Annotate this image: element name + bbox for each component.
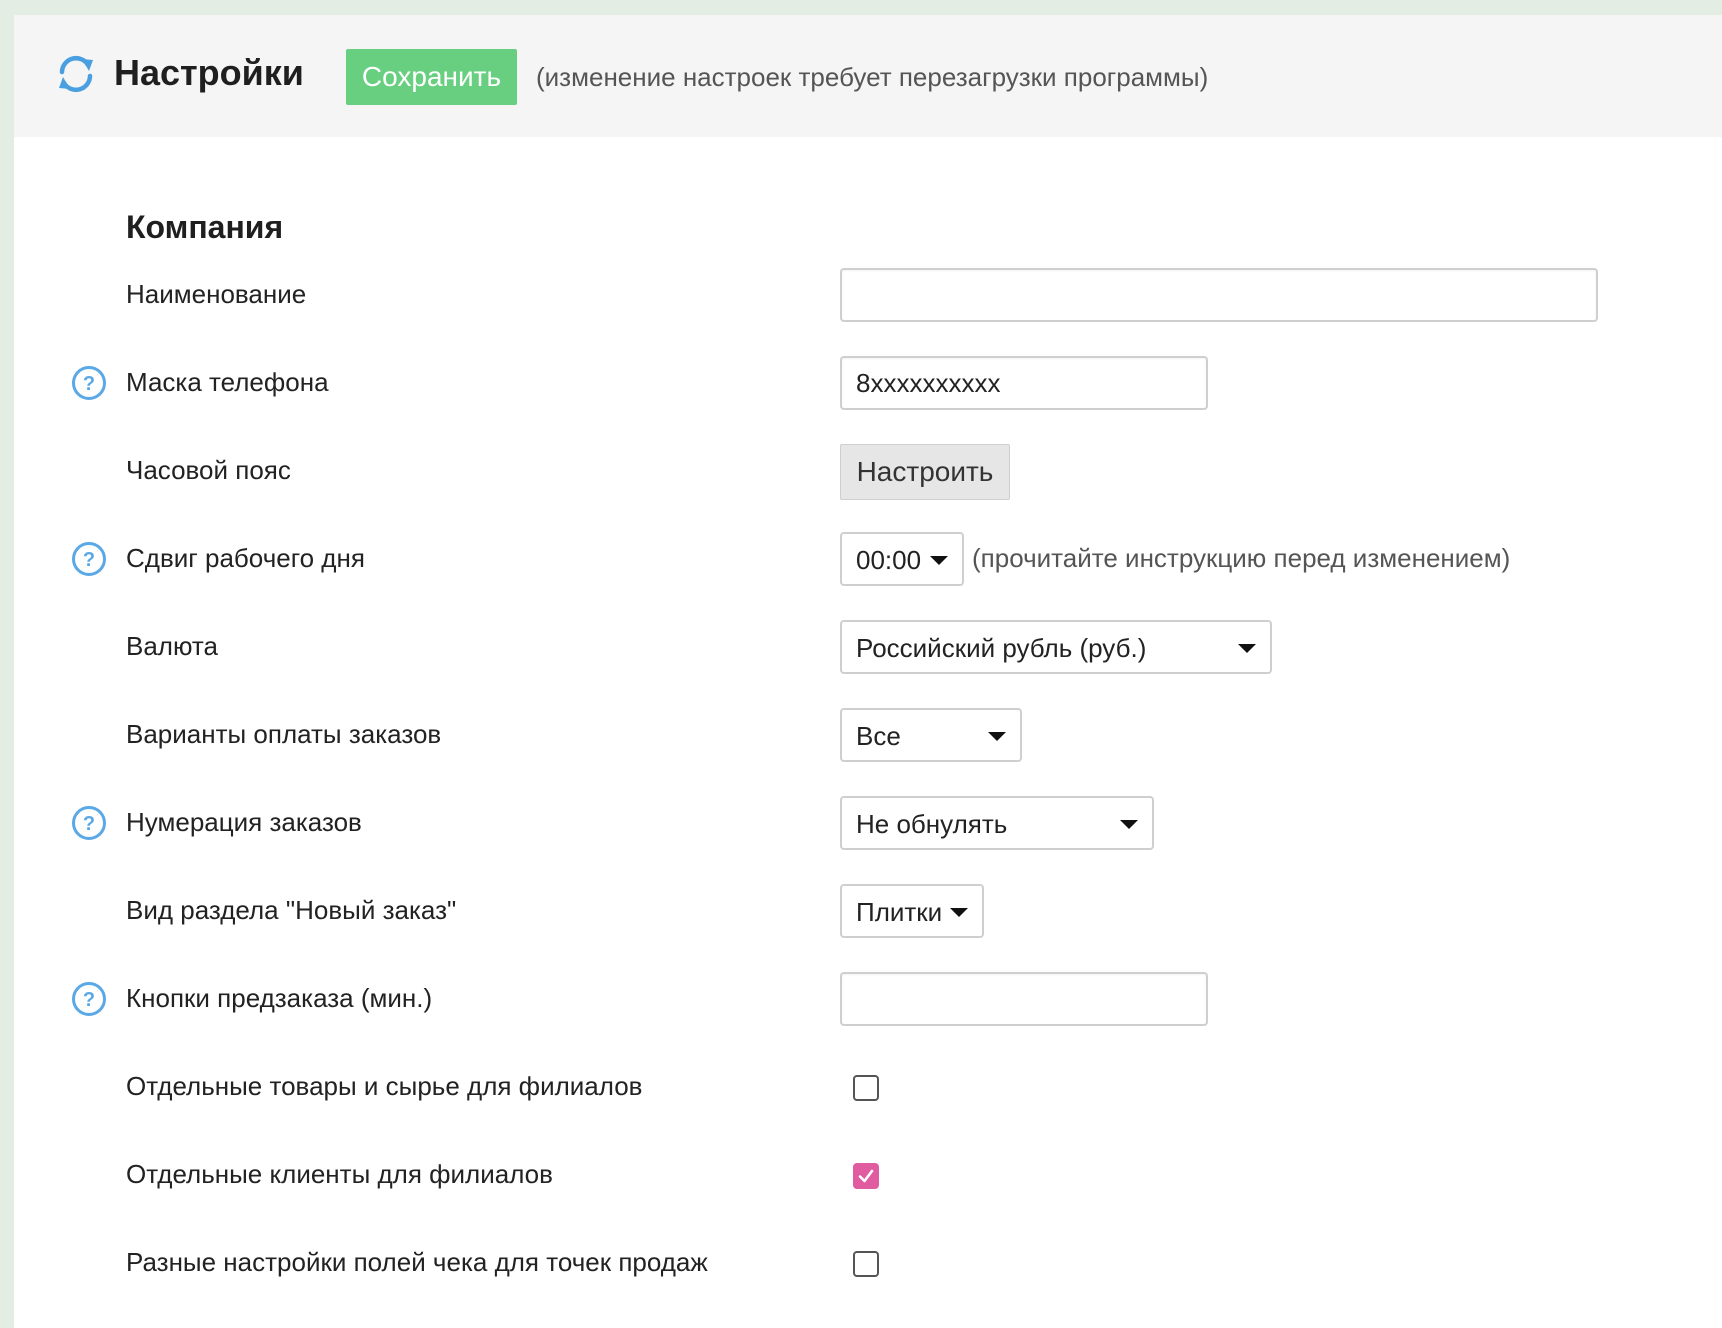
- new-order-view-value: Плитки: [856, 897, 943, 927]
- configure-timezone-button[interactable]: Настроить: [840, 444, 1010, 500]
- help-icon[interactable]: ?: [71, 805, 107, 841]
- new-order-view-select[interactable]: Плитки: [840, 884, 984, 938]
- phone-mask-label: Маска телефона: [126, 367, 329, 397]
- separate-clients-label: Отдельные клиенты для филиалов: [126, 1159, 553, 1189]
- row-timezone: Часовой пояс Настроить: [14, 439, 1722, 503]
- row-preorder-buttons: ? Кнопки предзаказа (мин.): [14, 967, 1722, 1031]
- save-button[interactable]: Сохранить: [346, 49, 517, 105]
- caret-down-icon: [950, 908, 968, 917]
- row-payment-options: Варианты оплаты заказов Все: [14, 703, 1722, 767]
- settings-panel: Настройки Сохранить (изменение настроек …: [14, 15, 1722, 1328]
- caret-down-icon: [1238, 644, 1256, 653]
- separate-clients-checkbox[interactable]: [853, 1163, 879, 1189]
- name-label: Наименование: [126, 279, 307, 309]
- currency-select[interactable]: Российский рубль (руб.): [840, 620, 1272, 674]
- help-icon[interactable]: ?: [71, 365, 107, 401]
- workday-shift-label: Сдвиг рабочего дня: [126, 543, 365, 573]
- refresh-icon[interactable]: [52, 50, 100, 98]
- phone-mask-input[interactable]: [840, 356, 1208, 410]
- timezone-label: Часовой пояс: [126, 455, 291, 485]
- workday-shift-hint: (прочитайте инструкцию перед изменением): [972, 543, 1511, 573]
- row-receipt-settings: Разные настройки полей чека для точек пр…: [14, 1231, 1722, 1295]
- row-new-order-view: Вид раздела "Новый заказ" Плитки: [14, 879, 1722, 943]
- payment-options-label: Варианты оплаты заказов: [126, 719, 442, 749]
- name-input[interactable]: [840, 268, 1598, 322]
- workday-shift-value: 00:00: [856, 545, 922, 575]
- caret-down-icon: [930, 556, 948, 565]
- svg-text:?: ?: [83, 549, 95, 571]
- receipt-settings-label: Разные настройки полей чека для точек пр…: [126, 1247, 708, 1277]
- check-mark-icon: [858, 1169, 874, 1183]
- help-icon[interactable]: ?: [71, 981, 107, 1017]
- row-phone-mask: ? Маска телефона: [14, 351, 1722, 415]
- order-numbering-select[interactable]: Не обнулять: [840, 796, 1154, 850]
- new-order-view-label: Вид раздела "Новый заказ": [126, 895, 457, 925]
- row-order-numbering: ? Нумерация заказов Не обнулять: [14, 791, 1722, 855]
- row-currency: Валюта Российский рубль (руб.): [14, 615, 1722, 679]
- workday-shift-select[interactable]: 00:00: [840, 532, 964, 586]
- caret-down-icon: [1120, 820, 1138, 829]
- currency-label: Валюта: [126, 631, 218, 661]
- page-title: Настройки: [114, 52, 304, 93]
- separate-goods-label: Отдельные товары и сырье для филиалов: [126, 1071, 643, 1101]
- header-bar: Настройки Сохранить (изменение настроек …: [14, 15, 1722, 137]
- row-name: Наименование: [14, 263, 1722, 327]
- receipt-settings-checkbox[interactable]: [853, 1251, 879, 1277]
- preorder-buttons-input[interactable]: [840, 972, 1208, 1026]
- order-numbering-label: Нумерация заказов: [126, 807, 362, 837]
- svg-text:?: ?: [83, 989, 95, 1011]
- currency-value: Российский рубль (руб.): [856, 633, 1147, 663]
- order-numbering-value: Не обнулять: [856, 809, 1008, 839]
- row-separate-clients: Отдельные клиенты для филиалов: [14, 1143, 1722, 1207]
- row-workday-shift: ? Сдвиг рабочего дня 00:00 (прочитайте и…: [14, 527, 1722, 591]
- payment-options-value: Все: [856, 721, 901, 751]
- restart-note: (изменение настроек требует перезагрузки…: [536, 62, 1209, 92]
- section-title-company: Компания: [126, 209, 284, 245]
- svg-text:?: ?: [83, 813, 95, 835]
- svg-text:?: ?: [83, 373, 95, 395]
- row-separate-goods: Отдельные товары и сырье для филиалов: [14, 1055, 1722, 1119]
- separate-goods-checkbox[interactable]: [853, 1075, 879, 1101]
- payment-options-select[interactable]: Все: [840, 708, 1022, 762]
- caret-down-icon: [988, 732, 1006, 741]
- help-icon[interactable]: ?: [71, 541, 107, 577]
- preorder-buttons-label: Кнопки предзаказа (мин.): [126, 983, 433, 1013]
